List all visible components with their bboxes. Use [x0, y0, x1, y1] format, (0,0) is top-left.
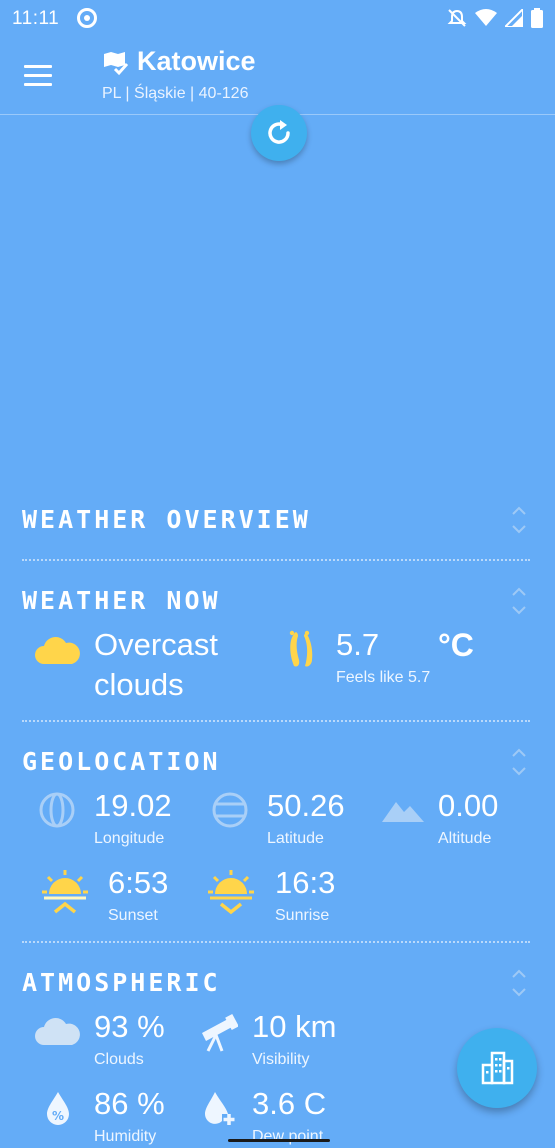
clouds-label: Clouds	[94, 1051, 144, 1068]
refresh-icon	[268, 120, 290, 144]
expand-collapse-icon[interactable]	[511, 505, 527, 535]
feels-like-icon	[289, 630, 313, 667]
divider	[22, 941, 530, 943]
region-text: PL | Śląskie | 40-126	[102, 85, 249, 102]
mute-icon	[447, 9, 467, 27]
signal-icon	[505, 9, 523, 27]
latitude-value: 50.26	[267, 788, 345, 823]
sunrise-icon	[208, 870, 254, 915]
feels-like-text: Feels like 5.7	[336, 669, 431, 686]
clouds-icon	[35, 1018, 80, 1045]
weather-now-title: WEATHER NOW	[22, 586, 221, 615]
condition-line1: Overcast	[94, 627, 219, 662]
city-name: Katowice	[137, 46, 256, 76]
humidity-label: Humidity	[94, 1128, 157, 1145]
home-indicator[interactable]	[228, 1139, 330, 1142]
svg-text:%: %	[52, 1109, 64, 1123]
expand-collapse-icon[interactable]	[511, 586, 527, 616]
telescope-icon	[202, 1013, 238, 1052]
mountain-icon	[382, 802, 424, 822]
sunrise-label: Sunrise	[275, 907, 330, 924]
temperature-value: 5.7	[336, 627, 380, 662]
dew-point-icon	[205, 1092, 235, 1125]
geolocation-title: GEOLOCATION	[22, 747, 221, 776]
status-time: 11:11	[12, 8, 60, 29]
dew-point-label: Dew point	[252, 1128, 324, 1145]
condition-line2: clouds	[94, 667, 184, 702]
atmospheric-title: ATMOSPHERIC	[22, 968, 221, 997]
cloud-icon	[35, 637, 80, 664]
at-sign-icon	[77, 8, 97, 28]
visibility-label: Visibility	[252, 1051, 310, 1068]
expand-collapse-icon[interactable]	[511, 747, 527, 777]
expand-collapse-icon[interactable]	[511, 968, 527, 998]
wifi-icon	[475, 9, 497, 26]
refresh-button[interactable]	[251, 105, 307, 161]
city-fab-button[interactable]	[457, 1028, 537, 1108]
battery-icon	[531, 8, 543, 28]
buildings-icon	[481, 1051, 514, 1085]
altitude-value: 0.00	[438, 788, 499, 823]
sunset-label: Sunset	[108, 907, 158, 924]
menu-button[interactable]	[24, 65, 54, 89]
divider	[22, 720, 530, 722]
humidity-value: 86 %	[94, 1086, 165, 1121]
status-bar: 11:11	[0, 0, 555, 38]
longitude-value: 19.02	[94, 788, 172, 823]
app-bar: Katowice PL | Śląskie | 40-126	[0, 38, 555, 115]
sunrise-value: 16:3	[275, 865, 336, 900]
overview-title: WEATHER OVERVIEW	[22, 505, 311, 534]
humidity-icon: %	[47, 1092, 69, 1125]
divider	[22, 559, 530, 561]
sunset-value: 6:53	[108, 865, 169, 900]
longitude-icon	[39, 792, 75, 828]
clouds-value: 93 %	[94, 1009, 165, 1044]
dew-point-value: 3.6 C	[252, 1086, 327, 1121]
longitude-label: Longitude	[94, 830, 165, 847]
map-check-icon	[104, 52, 129, 76]
latitude-icon	[212, 792, 248, 828]
temperature-unit: °C	[438, 627, 474, 663]
status-icons	[447, 8, 543, 28]
latitude-label: Latitude	[267, 830, 324, 847]
visibility-value: 10 km	[252, 1009, 337, 1044]
altitude-label: Altitude	[438, 830, 492, 847]
sunset-icon	[42, 870, 88, 914]
